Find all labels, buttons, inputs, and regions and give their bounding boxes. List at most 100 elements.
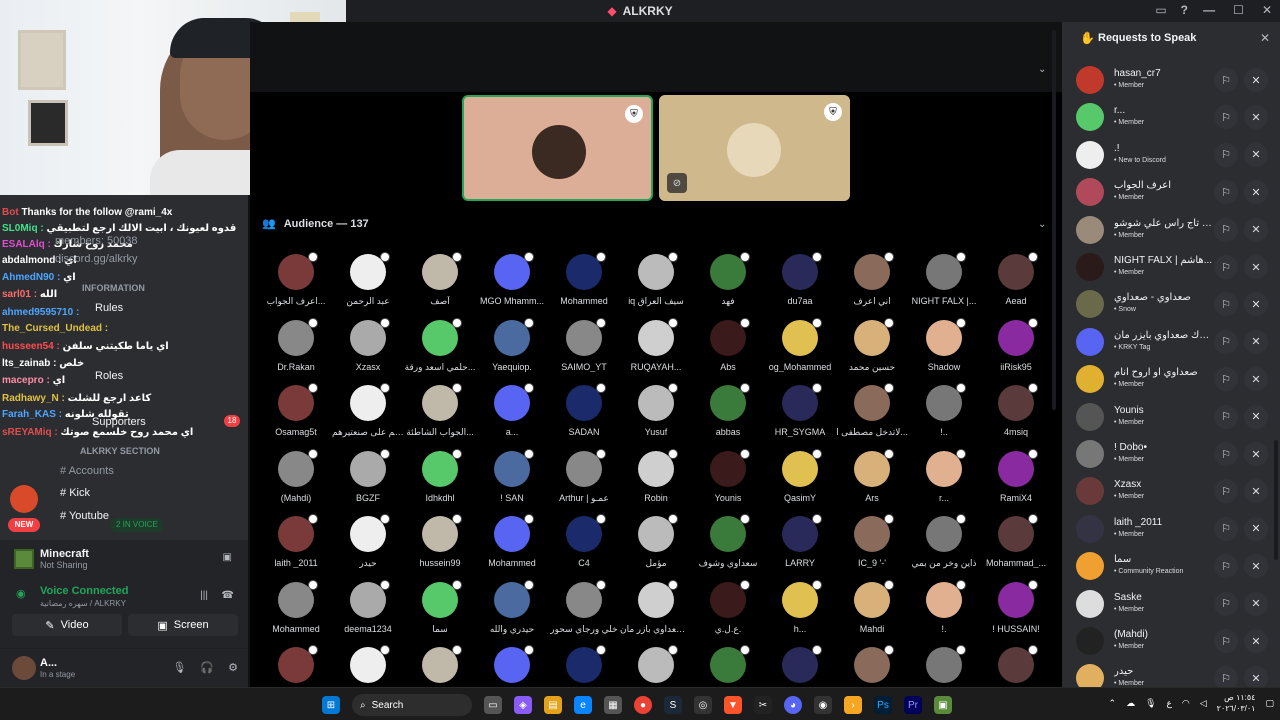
channel-supporters[interactable]: Supporters (92, 416, 146, 428)
audience-member[interactable]: RamiX4 (980, 448, 1052, 511)
audience-member[interactable]: ! HUSSAIN! (980, 579, 1052, 642)
audience-member[interactable]: iq سيف العراق (620, 252, 692, 314)
dismiss-request-button[interactable]: ✕ (1244, 105, 1268, 130)
audience-member[interactable]: Mahdi (836, 579, 908, 642)
obs-icon[interactable]: ◎ (694, 696, 712, 714)
invite-to-speak-button[interactable]: ⚐ (1214, 329, 1238, 354)
audience-member[interactable]: حيدري والله (476, 579, 548, 642)
cloud-icon[interactable]: ☁ (1126, 698, 1135, 709)
audience-member[interactable]: Dr.Rakan (260, 317, 332, 380)
channel-rules[interactable]: Rules (95, 302, 123, 314)
gear-icon[interactable]: ⚙ (228, 661, 238, 674)
audience-member[interactable]: laith _2011 (260, 514, 332, 576)
audience-member[interactable]: لاتدخل مصطفى ا... (836, 383, 908, 445)
audience-member[interactable]: h... (764, 579, 836, 642)
audience-member[interactable]: Yaequiop. (476, 317, 548, 380)
request-item[interactable]: laith _2011 • Member ⚐ ✕ (1062, 509, 1280, 546)
close-icon[interactable]: ✕ (1260, 31, 1270, 45)
dismiss-request-button[interactable]: ✕ (1244, 516, 1268, 541)
request-item[interactable]: (Mahdi) • Member ⚐ ✕ (1062, 621, 1280, 658)
invite-to-speak-button[interactable]: ⚐ (1214, 68, 1238, 92)
noise-suppression-icon[interactable]: ||| (200, 590, 208, 601)
audience-member[interactable]: RUQAYAH... (620, 317, 692, 380)
request-item[interactable]: NIGHT FALX | هاشم... • Member ⚐ ✕ (1062, 247, 1280, 284)
request-item[interactable]: سالار تاج راس علي شوشو • Member ⚐ ✕ (1062, 210, 1280, 247)
audience-member[interactable]: اعرف الجواب... (260, 252, 332, 314)
audience-member[interactable]: فهد (692, 252, 764, 314)
invite-to-speak-button[interactable]: ⚐ (1214, 255, 1238, 279)
notification-icon[interactable]: ▢ (1265, 698, 1274, 709)
requests-scrollbar[interactable] (1274, 440, 1278, 560)
audience-member[interactable]: deema1234 (332, 579, 404, 642)
discord-icon[interactable]: ◕ (784, 696, 802, 714)
channel-kick[interactable]: Kick (69, 487, 90, 499)
audience-member[interactable]: Robin (620, 448, 692, 511)
headphones-icon[interactable]: 🎧 (200, 661, 214, 674)
audience-member[interactable]: حسين محمد (836, 317, 908, 380)
request-item[interactable]: hasan_cr7 • Member ⚐ ✕ (1062, 60, 1280, 97)
audience-member[interactable]: Younis (692, 448, 764, 511)
request-item[interactable]: سما • Community Reaction ⚐ ✕ (1062, 546, 1280, 583)
tray-chevron-icon[interactable]: ⌃ (1109, 698, 1117, 709)
dismiss-request-button[interactable]: ✕ (1244, 217, 1268, 242)
audience-member[interactable]: IC_9 '-' (836, 514, 908, 576)
dismiss-request-button[interactable]: ✕ (1244, 255, 1268, 279)
disconnect-icon[interactable]: ☎ (222, 590, 234, 601)
audience-member[interactable]: حلمي اسعد ورقة... (404, 317, 476, 380)
audience-member[interactable]: Ars (836, 448, 908, 511)
audience-member[interactable]: Shadow (908, 317, 980, 380)
maximize-button[interactable]: ☐ (1233, 3, 1244, 17)
dismiss-request-button[interactable]: ✕ (1244, 180, 1268, 205)
request-item[interactable]: ! Dobo• • Member ⚐ ✕ (1062, 434, 1280, 471)
server-icon[interactable] (10, 485, 38, 513)
dismiss-request-button[interactable]: ✕ (1244, 591, 1268, 616)
audience-member[interactable]: سما (404, 579, 476, 642)
invite-to-speak-button[interactable]: ⚐ (1214, 629, 1238, 653)
audience-member[interactable]: 4msiq (980, 383, 1052, 445)
obs-studio-icon[interactable]: ◉ (814, 696, 832, 714)
audience-member[interactable]: آصف (404, 252, 476, 314)
chevron-down-icon[interactable]: ⌄ (1038, 64, 1046, 75)
audience-member[interactable]: (Mahdi) (260, 448, 332, 511)
capcut-icon[interactable]: ✂ (754, 696, 772, 714)
speaker-tile[interactable]: ⛨ ⊘ (659, 95, 850, 201)
invite-to-speak-button[interactable]: ⚐ (1214, 142, 1238, 167)
channel-accounts[interactable]: Accounts (69, 465, 114, 477)
microphone-icon[interactable]: 🎙 (172, 661, 186, 674)
audience-member[interactable]: Yusuf (620, 383, 692, 445)
invite-link[interactable]: discord.gg/alkrky (55, 253, 138, 265)
invite-to-speak-button[interactable]: ⚐ (1214, 292, 1238, 317)
premiere-icon[interactable]: Pr (904, 696, 922, 714)
request-item[interactable]: Younis • Member ⚐ ✕ (1062, 397, 1280, 434)
dismiss-request-button[interactable]: ✕ (1244, 292, 1268, 317)
audience-member[interactable]: خلي ورجاي سحور (548, 579, 620, 642)
language-indicator[interactable]: ع (1167, 698, 1172, 709)
dismiss-request-button[interactable]: ✕ (1244, 142, 1268, 167)
close-window-button[interactable]: ✕ (1262, 3, 1272, 17)
audience-member[interactable]: Idhkdhl (404, 448, 476, 511)
invite-to-speak-button[interactable]: ⚐ (1214, 105, 1238, 130)
audience-member[interactable]: يرهم على صنعتيرهم (332, 383, 404, 445)
dismiss-request-button[interactable]: ✕ (1244, 554, 1268, 579)
audience-member[interactable]: !. (908, 579, 980, 642)
audience-member[interactable]: BGZF (332, 448, 404, 511)
signal-icon[interactable]: ◉ (16, 587, 26, 600)
brave-icon[interactable]: ▼ (724, 696, 742, 714)
invite-to-speak-button[interactable]: ⚐ (1214, 180, 1238, 205)
audience-member[interactable]: Arthur | عمـو (548, 448, 620, 511)
in-voice-pill[interactable]: 2 IN VOICE (110, 518, 164, 532)
audience-member[interactable]: Mohammed (476, 514, 548, 576)
tray-mic-icon[interactable]: 🎙 (1145, 698, 1156, 709)
audience-member[interactable]: اني اعرف (836, 252, 908, 314)
audience-member[interactable]: Mohammed (548, 252, 620, 314)
dismiss-request-button[interactable]: ✕ (1244, 404, 1268, 429)
username[interactable]: A... (40, 657, 57, 669)
audience-member[interactable]: hussein99 (404, 514, 476, 576)
file-explorer-icon[interactable]: ▤ (544, 696, 562, 714)
edge-icon[interactable]: e (574, 696, 592, 714)
invite-to-speak-button[interactable]: ⚐ (1214, 367, 1238, 392)
audience-member[interactable]: حيدر (332, 514, 404, 576)
invite-to-speak-button[interactable]: ⚐ (1214, 479, 1238, 504)
chrome-icon[interactable]: ● (634, 696, 652, 714)
audience-member[interactable]: Aead (980, 252, 1052, 314)
